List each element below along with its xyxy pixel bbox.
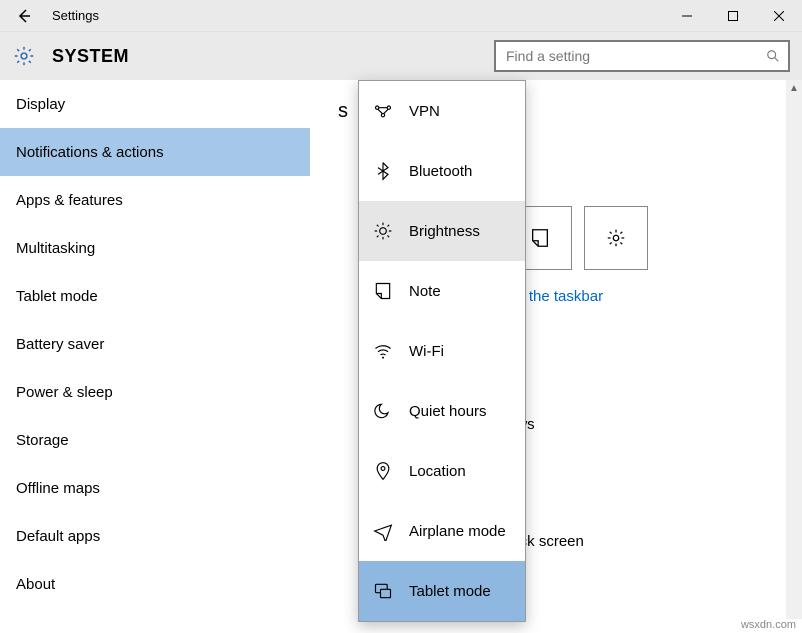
popup-item-wifi[interactable]: Wi-Fi — [359, 321, 525, 381]
popup-item-bluetooth[interactable]: Bluetooth — [359, 141, 525, 201]
popup-item-note[interactable]: Note — [359, 261, 525, 321]
note-icon — [529, 227, 551, 249]
sidebar-item-label: Default apps — [16, 528, 100, 545]
wifi-icon — [373, 341, 401, 361]
sidebar-item-label: Power & sleep — [16, 384, 113, 401]
popup-item-label: Wi-Fi — [409, 343, 444, 360]
sidebar-item-label: Apps & features — [16, 192, 123, 209]
settings-icon — [12, 44, 36, 68]
watermark: wsxdn.com — [741, 619, 796, 631]
caption-lock-screen: lock screen — [508, 533, 774, 550]
back-button[interactable] — [0, 0, 48, 32]
sidebar-item-label: Notifications & actions — [16, 144, 164, 161]
sidebar-item-label: Multitasking — [16, 240, 95, 257]
search-box[interactable] — [494, 40, 790, 72]
quick-action-picker[interactable]: VPN Bluetooth Brightness Note Wi-Fi Quie… — [358, 80, 526, 622]
sidebar-item-offline-maps[interactable]: Offline maps — [0, 464, 310, 512]
gear-icon — [13, 45, 35, 67]
sidebar-item-default-apps[interactable]: Default apps — [0, 512, 310, 560]
quick-action-tile-settings[interactable] — [584, 206, 648, 270]
sidebar-item-label: Battery saver — [16, 336, 104, 353]
popup-item-quiet-hours[interactable]: Quiet hours — [359, 381, 525, 441]
popup-item-label: Airplane mode — [409, 523, 506, 540]
sidebar-item-label: Tablet mode — [16, 288, 98, 305]
popup-item-airplane-mode[interactable]: Airplane mode — [359, 501, 525, 561]
brightness-icon — [373, 221, 401, 241]
gear-icon — [605, 227, 627, 249]
popup-item-label: Brightness — [409, 223, 480, 240]
content-scrollbar[interactable]: ▲ — [786, 80, 802, 619]
page-title: SYSTEM — [52, 46, 129, 67]
close-button[interactable] — [756, 0, 802, 32]
airplane-mode-icon — [373, 521, 401, 541]
sidebar-item-storage[interactable]: Storage — [0, 416, 310, 464]
search-input[interactable] — [504, 47, 766, 65]
sidebar-item-display[interactable]: Display — [0, 80, 310, 128]
page-header: SYSTEM — [0, 32, 802, 80]
sidebar-item-notifications[interactable]: Notifications & actions — [0, 128, 310, 176]
popup-item-label: Quiet hours — [409, 403, 487, 420]
sidebar-item-label: Offline maps — [16, 480, 100, 497]
sidebar-item-label: Storage — [16, 432, 69, 449]
note-icon — [373, 281, 401, 301]
sidebar-item-label: Display — [16, 96, 65, 113]
vpn-icon — [373, 101, 401, 121]
popup-item-vpn[interactable]: VPN — [359, 81, 525, 141]
sidebar-item-tablet-mode[interactable]: Tablet mode — [0, 272, 310, 320]
link-off[interactable]: ff — [508, 319, 774, 336]
tablet-mode-icon — [373, 581, 401, 601]
popup-item-label: Tablet mode — [409, 583, 491, 600]
sidebar-item-battery-saver[interactable]: Battery saver — [0, 320, 310, 368]
popup-item-label: Bluetooth — [409, 163, 472, 180]
maximize-icon — [728, 11, 738, 21]
sidebar-item-power-sleep[interactable]: Power & sleep — [0, 368, 310, 416]
window-titlebar: Settings — [0, 0, 802, 32]
bluetooth-icon — [373, 161, 401, 181]
close-icon — [774, 11, 784, 21]
sidebar-item-multitasking[interactable]: Multitasking — [0, 224, 310, 272]
sidebar-item-label: About — [16, 576, 55, 593]
back-arrow-icon — [16, 8, 32, 24]
popup-item-tablet-mode[interactable]: Tablet mode — [359, 561, 525, 621]
popup-item-brightness[interactable]: Brightness — [359, 201, 525, 261]
minimize-icon — [682, 11, 692, 21]
window-title: Settings — [48, 8, 99, 23]
scroll-up-arrow-icon[interactable]: ▲ — [786, 80, 802, 96]
maximize-button[interactable] — [710, 0, 756, 32]
window-controls — [664, 0, 802, 32]
popup-item-location[interactable]: Location — [359, 441, 525, 501]
search-icon — [766, 49, 780, 63]
popup-item-label: Location — [409, 463, 466, 480]
minimize-button[interactable] — [664, 0, 710, 32]
caption-ows: ows — [508, 416, 774, 433]
sidebar-item-apps-features[interactable]: Apps & features — [0, 176, 310, 224]
location-icon — [373, 461, 401, 481]
popup-item-label: Note — [409, 283, 441, 300]
sidebar: Display Notifications & actions Apps & f… — [0, 80, 310, 619]
popup-item-label: VPN — [409, 103, 440, 120]
link-taskbar[interactable]: on the taskbar — [508, 288, 774, 305]
quiet-hours-icon — [373, 401, 401, 421]
sidebar-item-about[interactable]: About — [0, 560, 310, 608]
